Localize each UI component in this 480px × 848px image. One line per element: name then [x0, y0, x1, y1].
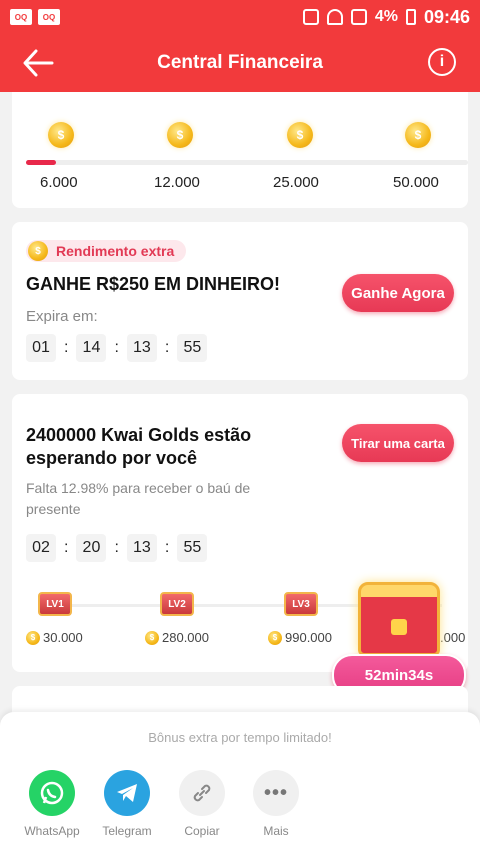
share-label: WhatsApp — [24, 824, 80, 838]
battery-icon — [405, 9, 416, 25]
coin-icon: $ — [48, 122, 74, 148]
timer-colon: : — [114, 539, 119, 556]
timer-seconds: 55 — [177, 534, 208, 562]
more-icon: ••• — [253, 770, 299, 816]
chest-icon: LV3 — [284, 592, 318, 616]
level-chest-lv1[interactable]: LV1 — [38, 592, 72, 620]
coin-icon: $ — [145, 630, 159, 645]
milestone-label: 12.000 — [154, 174, 200, 191]
coin-icon: $ — [28, 241, 48, 261]
share-copy[interactable]: Copiar — [172, 770, 232, 838]
timer-colon: : — [64, 539, 69, 556]
level-amount-value: 990.000 — [285, 630, 332, 645]
app-notification-icon: OQ — [10, 9, 32, 25]
share-sheet-title: Bônus extra por tempo limitado! — [148, 730, 332, 745]
timer-colon: : — [164, 539, 170, 556]
telegram-icon — [104, 770, 150, 816]
milestone-progress-track — [26, 160, 468, 165]
app-header: Central Financeira i — [0, 34, 480, 92]
progress-text-line: Falta 12.98% para receber o baú de — [26, 480, 251, 496]
milestone-label: 25.000 — [273, 174, 319, 191]
share-label: Telegram — [102, 824, 152, 838]
timer-days: 01 — [26, 334, 56, 362]
status-bar: OQ OQ 4% 09:46 — [0, 0, 480, 34]
status-notifications: OQ OQ — [10, 9, 60, 25]
floating-treasure-chest[interactable] — [350, 578, 450, 662]
battery-percent: 4% — [374, 8, 398, 25]
draw-card-button[interactable]: Tirar uma carta — [342, 424, 454, 462]
share-whatsapp[interactable]: WhatsApp — [22, 770, 82, 838]
golds-headline-line: 2400000 Kwai Golds estão — [26, 425, 252, 445]
chest-level-label: LV1 — [46, 598, 64, 610]
timer-minutes: 13 — [126, 534, 157, 562]
expiry-countdown: 01 : 14 : 13 : 55 — [26, 334, 208, 362]
timer-days: 02 — [26, 534, 56, 562]
level-amount-value: 30.000 — [43, 630, 83, 645]
level-amount: $ 30.000 — [26, 630, 83, 645]
chest-icon: LV1 — [38, 592, 72, 616]
chest-level-label: LV2 — [168, 598, 186, 610]
clock: 09:46 — [423, 6, 470, 27]
back-arrow-icon — [23, 49, 54, 77]
timer-colon: : — [64, 339, 69, 356]
share-more[interactable]: ••• Mais — [246, 770, 306, 838]
signal-icon — [350, 9, 367, 25]
milestone-card: $ $ $ $ 6.000 12.000 25.000 50.000 — [12, 92, 468, 208]
info-icon: i — [439, 53, 445, 70]
timer-minutes: 13 — [126, 334, 157, 362]
coin-icon: $ — [268, 630, 282, 645]
link-icon — [179, 770, 225, 816]
level-chest-lv2[interactable]: LV2 — [160, 592, 194, 620]
coin-icon: $ — [26, 630, 40, 645]
extra-income-card: $ Rendimento extra GANHE R$250 EM DINHEI… — [12, 222, 468, 380]
extra-badge: $ Rendimento extra — [26, 240, 187, 262]
golds-countdown: 02 : 20 : 13 : 55 — [26, 534, 208, 562]
coin-icon: $ — [405, 122, 431, 148]
level-chest-lv3[interactable]: LV3 — [284, 592, 318, 620]
share-label: Copiar — [184, 824, 220, 838]
timer-hours: 14 — [76, 334, 107, 362]
timer-colon: : — [164, 339, 170, 356]
chest-level-label: LV3 — [292, 598, 310, 610]
whatsapp-icon — [29, 770, 75, 816]
progress-text-line: presente — [26, 501, 81, 517]
extra-badge-label: Rendimento extra — [56, 243, 175, 259]
timer-hours: 20 — [76, 534, 107, 562]
treasure-chest-icon — [358, 582, 440, 656]
level-amount: $ 990.000 — [268, 630, 332, 645]
milestone-progress-fill — [26, 160, 56, 165]
share-telegram[interactable]: Telegram — [97, 770, 157, 838]
share-label: Mais — [263, 824, 289, 838]
coin-icon: $ — [287, 122, 313, 148]
chest-icon: LV2 — [160, 592, 194, 616]
golds-headline: 2400000 Kwai Golds estão esperando por v… — [26, 424, 251, 470]
golds-headline-line: esperando por você — [26, 448, 198, 468]
expires-label: Expira em: — [26, 308, 98, 325]
back-button[interactable] — [22, 48, 54, 78]
app-notification-icon: OQ — [38, 9, 60, 25]
timer-seconds: 55 — [177, 334, 208, 362]
golds-progress-text: Falta 12.98% para receber o baú de prese… — [26, 478, 250, 520]
timer-colon: : — [114, 339, 119, 356]
share-sheet: Bônus extra por tempo limitado! WhatsApp… — [0, 712, 480, 848]
info-button[interactable]: i — [428, 48, 456, 76]
level-amount: $ 280.000 — [145, 630, 209, 645]
wifi-icon — [326, 9, 343, 25]
extra-headline: GANHE R$250 EM DINHEIRO! — [26, 274, 281, 294]
level-amount-value: 280.000 — [162, 630, 209, 645]
lock-icon — [302, 9, 319, 25]
earn-now-button[interactable]: Ganhe Agora — [342, 274, 454, 312]
coin-icon: $ — [167, 122, 193, 148]
milestone-label: 6.000 — [40, 174, 78, 191]
milestone-label: 50.000 — [393, 174, 439, 191]
page-title: Central Financeira — [157, 52, 323, 73]
